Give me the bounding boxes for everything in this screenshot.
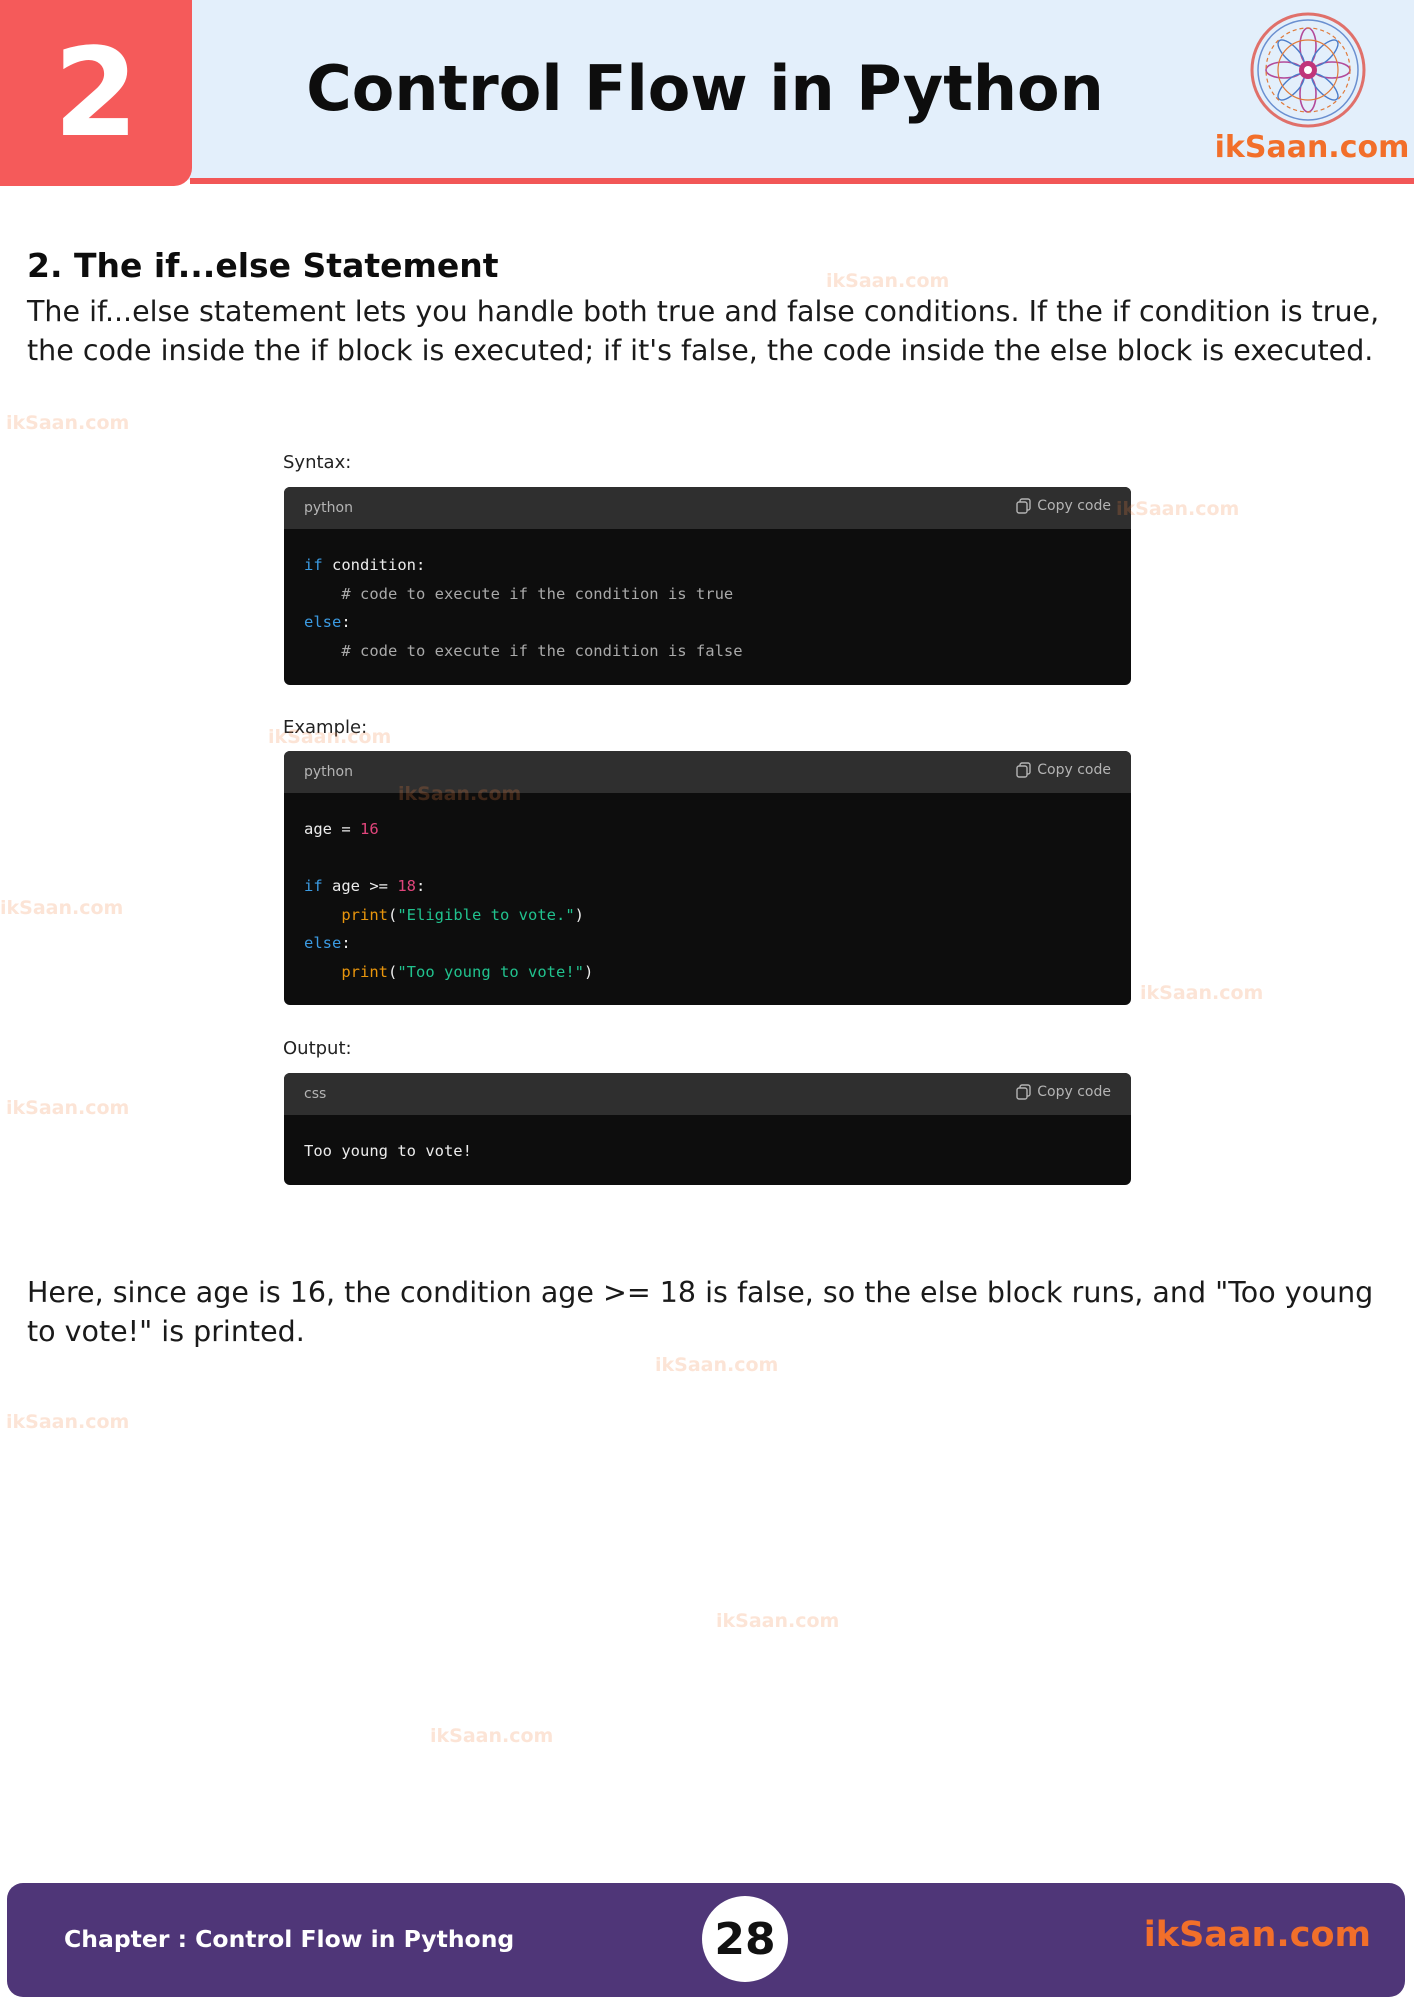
code-condition: age >= bbox=[322, 877, 398, 895]
chapter-number: 2 bbox=[53, 22, 139, 164]
code-string: "Too young to vote!" bbox=[397, 962, 584, 981]
code-language-label: python bbox=[304, 500, 353, 516]
code-paren: ) bbox=[574, 905, 584, 924]
code-assign: = bbox=[332, 820, 360, 838]
code-colon: : bbox=[416, 877, 426, 895]
copy-icon bbox=[1016, 498, 1031, 514]
copy-code-button[interactable]: Copy code bbox=[1016, 1084, 1111, 1100]
code-paren: ( bbox=[388, 962, 398, 981]
code-variable: age bbox=[304, 820, 332, 838]
code-condition: condition: bbox=[332, 556, 426, 574]
code-language-label: python bbox=[304, 764, 353, 780]
watermark: ikSaan.com bbox=[398, 783, 522, 805]
watermark: ikSaan.com bbox=[268, 726, 392, 748]
page-number: 28 bbox=[714, 1913, 776, 1965]
code-keyword-if: if bbox=[304, 877, 323, 895]
header-divider bbox=[190, 178, 1414, 184]
section-title: 2. The if...else Statement bbox=[27, 246, 499, 285]
brand-logo-text: ikSaan.com bbox=[1214, 130, 1410, 165]
copy-icon bbox=[1016, 762, 1031, 778]
footer-brand: ikSaan.com bbox=[1143, 1915, 1371, 1955]
watermark: ikSaan.com bbox=[1116, 498, 1240, 520]
explanation-paragraph: Here, since age is 16, the condition age… bbox=[27, 1276, 1374, 1348]
watermark: ikSaan.com bbox=[716, 1610, 840, 1632]
code-string: "Eligible to vote." bbox=[397, 905, 575, 924]
code-colon: : bbox=[341, 613, 351, 631]
copy-code-button[interactable]: Copy code bbox=[1016, 498, 1111, 514]
watermark: ikSaan.com bbox=[826, 270, 950, 292]
code-keyword-else: else bbox=[304, 613, 342, 631]
code-function: print bbox=[341, 962, 388, 981]
code-block-header: css Copy code bbox=[284, 1073, 1131, 1115]
code-number: 18 bbox=[397, 877, 416, 895]
code-output-text: Too young to vote! bbox=[304, 1142, 472, 1160]
footer-chapter-label: Chapter : Control Flow in Pythong bbox=[64, 1925, 515, 1953]
syntax-code-block: python Copy code if condition: # code to… bbox=[284, 487, 1131, 685]
code-keyword-if: if bbox=[304, 556, 323, 574]
page-number-badge: 28 bbox=[702, 1896, 788, 1982]
watermark: ikSaan.com bbox=[6, 412, 130, 434]
watermark: ikSaan.com bbox=[655, 1354, 779, 1376]
copy-code-button[interactable]: Copy code bbox=[1016, 762, 1111, 778]
copy-code-label: Copy code bbox=[1037, 762, 1111, 778]
code-function: print bbox=[341, 905, 388, 924]
watermark: ikSaan.com bbox=[1140, 982, 1264, 1004]
code-comment-true: # code to execute if the condition is tr… bbox=[341, 584, 734, 603]
watermark: ikSaan.com bbox=[430, 1725, 554, 1747]
code-keyword-else: else bbox=[304, 934, 342, 952]
copy-code-label: Copy code bbox=[1037, 1084, 1111, 1100]
output-label: Output: bbox=[283, 1038, 352, 1059]
code-body: Too young to vote! bbox=[284, 1115, 1131, 1166]
watermark: ikSaan.com bbox=[0, 897, 124, 919]
copy-icon bbox=[1016, 1084, 1031, 1100]
code-paren: ( bbox=[388, 905, 398, 924]
watermark: ikSaan.com bbox=[6, 1097, 130, 1119]
code-body: age = 16 if age >= 18: print("Eligible t… bbox=[284, 793, 1131, 986]
intro-paragraph: The if...else statement lets you handle … bbox=[27, 295, 1380, 367]
code-body: if condition: # code to execute if the c… bbox=[284, 529, 1131, 665]
code-number: 16 bbox=[360, 820, 379, 838]
syntax-label: Syntax: bbox=[283, 452, 352, 473]
page-title: Control Flow in Python bbox=[306, 52, 1104, 125]
code-language-label: css bbox=[304, 1086, 327, 1102]
code-paren: ) bbox=[583, 962, 594, 981]
output-code-block: css Copy code Too young to vote! bbox=[284, 1073, 1131, 1185]
watermark: ikSaan.com bbox=[6, 1411, 130, 1433]
mandala-logo-icon bbox=[1250, 12, 1366, 128]
copy-code-label: Copy code bbox=[1037, 498, 1111, 514]
footer-bar: Chapter : Control Flow in Pythong 28 ikS… bbox=[7, 1883, 1405, 1997]
chapter-number-box: 2 bbox=[0, 0, 192, 186]
code-block-header: python Copy code bbox=[284, 487, 1131, 529]
code-comment-false: # code to execute if the condition is fa… bbox=[341, 641, 743, 660]
code-colon: : bbox=[341, 934, 351, 952]
